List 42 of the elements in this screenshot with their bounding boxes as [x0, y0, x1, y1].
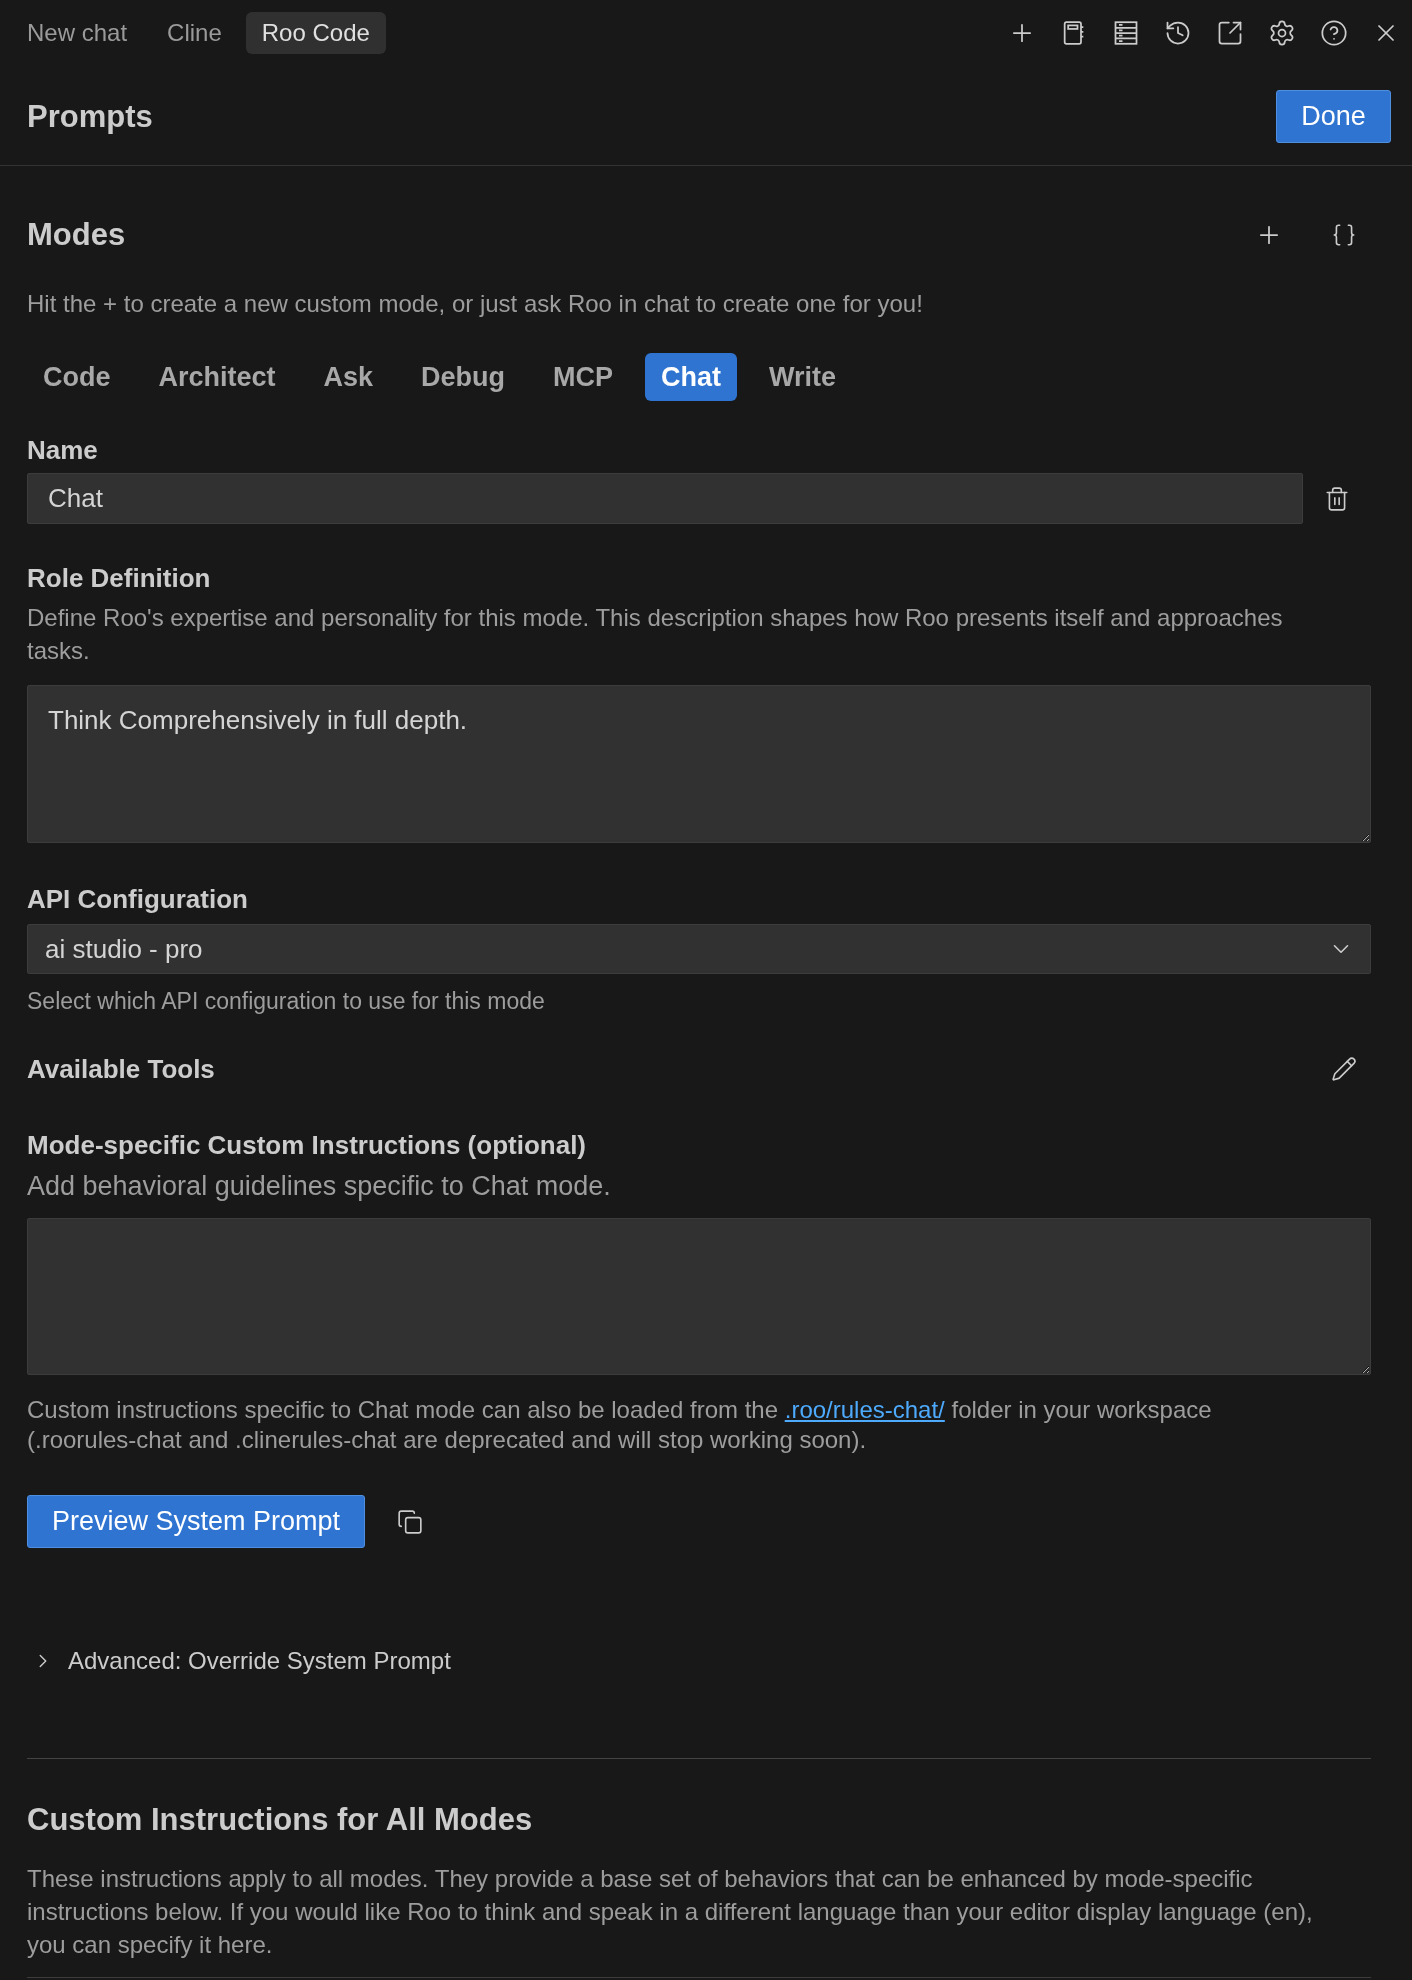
select-value: ai studio - pro — [45, 932, 203, 966]
section-title: Modes — [27, 217, 126, 253]
mode-tab[interactable]: Code — [27, 353, 127, 401]
section-description: These instructions apply to all modes. They provide a base set of behaviors that can be enhanced by mode-specific instructions below. If you would like Roo to think and speak in a different language than your editor display language (en), you can specify it here. — [27, 1864, 1314, 1960]
braces-icon[interactable] — [1331, 222, 1357, 248]
section-title: Custom Instructions for All Modes — [27, 1802, 534, 1838]
settings-icon[interactable] — [1268, 19, 1296, 47]
external-link-icon[interactable] — [1216, 19, 1244, 47]
mode-tab[interactable]: MCP — [537, 353, 630, 401]
field-label: Name — [27, 435, 99, 465]
mode-tab[interactable]: Architect — [142, 353, 292, 401]
trash-icon[interactable] — [1324, 485, 1350, 512]
help-text: Custom instructions specific to Chat mode can also be loaded from the .roo/rules-chat/ folder in your workspace (.roorules-chat and .clinerules-chat are deprecated and will stop working soon). — [27, 1395, 1213, 1455]
disclosure-label[interactable]: Advanced: Override System Prompt — [68, 1643, 451, 1679]
field-label: API Configuration — [27, 884, 249, 914]
instructions-input[interactable] — [27, 1218, 1371, 1375]
field-label: Role Definition — [27, 563, 212, 593]
editor-tab[interactable]: Cline — [151, 12, 238, 54]
copy-icon[interactable] — [397, 1508, 424, 1535]
mode-tab[interactable]: Ask — [307, 353, 390, 401]
field-description: Define Roo's expertise and personality for this mode. This description shapes how Roo presents itself and approaches tasks. — [27, 603, 1284, 666]
field-label: Mode-specific Custom Instructions (optional) — [27, 1130, 587, 1160]
mode-tab[interactable]: Write — [753, 353, 853, 401]
preview-button[interactable]: Preview System Prompt — [27, 1495, 366, 1548]
done-button[interactable]: Done — [1276, 90, 1391, 143]
hint-text: Hit the + to create a new custom mode, or just ask Roo in chat to create one for you! — [27, 289, 924, 319]
history-icon[interactable] — [1164, 19, 1192, 47]
field-label: Available Tools — [27, 1054, 215, 1084]
name-input[interactable]: Chat — [27, 473, 1303, 524]
api-configuration-select[interactable]: ai studio - pro — [27, 924, 1371, 974]
rows-icon[interactable] — [1112, 19, 1140, 47]
mode-tab[interactable]: Chat — [645, 353, 738, 401]
role-definition-input[interactable]: Think Comprehensively in full depth. — [27, 685, 1371, 843]
field-description: Add behavioral guidelines specific to Chat mode. — [27, 1171, 612, 1201]
page-title: Prompts — [27, 98, 153, 135]
editor-tab[interactable]: New chat — [11, 12, 144, 54]
mode-tab[interactable]: Debug — [405, 353, 522, 401]
pencil-icon[interactable] — [1331, 1056, 1357, 1082]
help-text: Select which API configuration to use for this mode — [27, 988, 546, 1014]
editor-tab[interactable]: Roo Code — [245, 12, 386, 54]
folder-link[interactable]: .roo/rules-chat/ — [784, 1396, 945, 1423]
help-icon[interactable] — [1320, 19, 1348, 47]
